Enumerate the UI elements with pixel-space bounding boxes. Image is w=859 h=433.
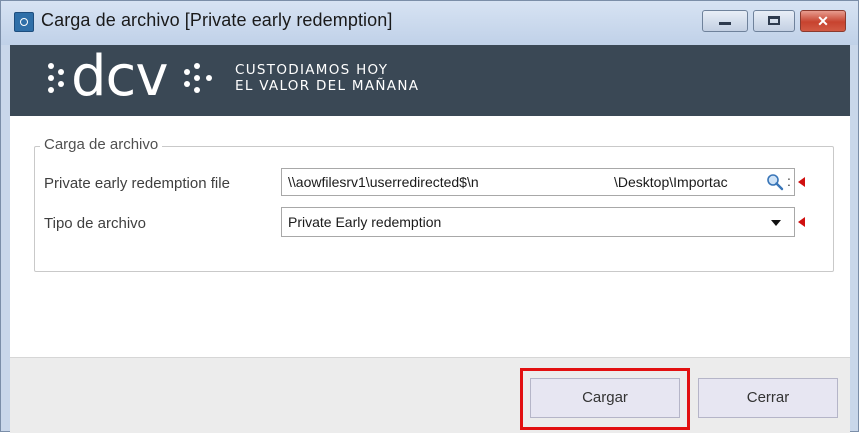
slogan-line-1: CUSTODIAMOS HOY [235,62,389,78]
brand-slogan: CUSTODIAMOS HOY EL VALOR DEL MAÑANA [235,62,419,94]
logo-dot [48,87,54,93]
form-area: Carga de archivo Private early redemptio… [10,116,850,357]
search-icon[interactable] [766,173,784,191]
brand-banner: dcv CUSTODIAMOS HOY EL VALOR DEL MAÑANA [10,45,850,116]
chevron-down-icon[interactable] [771,220,781,226]
file-path-start: \\aowfilesrv1\userredirected$\n [288,174,479,190]
app-icon [14,12,34,32]
title-bar[interactable]: Carga de archivo [Private early redempti… [1,1,858,45]
maximize-button[interactable] [753,10,795,32]
logo-dot [184,69,190,75]
logo-dot [206,75,212,81]
minimize-icon [719,22,731,25]
file-path-input[interactable]: \\aowfilesrv1\userredirected$\n \Desktop… [281,168,795,196]
logo-dot [58,81,64,87]
logo-wordmark: dcv [71,44,168,109]
file-type-label: Tipo de archivo [44,215,146,232]
maximize-icon [768,16,780,25]
window-title: Carga de archivo [Private early redempti… [41,10,393,30]
required-indicator-icon [798,177,805,187]
file-label: Private early redemption file [44,175,230,192]
file-type-select[interactable]: Private Early redemption [281,207,795,237]
close-button[interactable]: Cerrar [698,378,838,418]
group-title: Carga de archivo [40,136,163,153]
file-path-end: \Desktop\Importac [614,174,728,190]
logo-dot [194,75,200,81]
logo-dot [194,87,200,93]
logo-dot [194,63,200,69]
file-type-value: Private Early redemption [288,214,442,230]
close-icon: ✕ [817,13,829,29]
slogan-line-2: EL VALOR DEL MAÑANA [235,78,420,94]
load-button[interactable]: Cargar [530,378,680,418]
more-options-icon[interactable]: : [787,173,791,189]
logo-dot [48,63,54,69]
logo-dot [184,81,190,87]
minimize-button[interactable] [702,10,748,32]
button-bar: Cargar Cerrar [10,357,850,433]
logo-dot [58,69,64,75]
logo-dot [48,75,54,81]
dialog-window: Carga de archivo [Private early redempti… [0,0,859,433]
required-indicator-icon [798,217,805,227]
close-window-button[interactable]: ✕ [800,10,846,32]
